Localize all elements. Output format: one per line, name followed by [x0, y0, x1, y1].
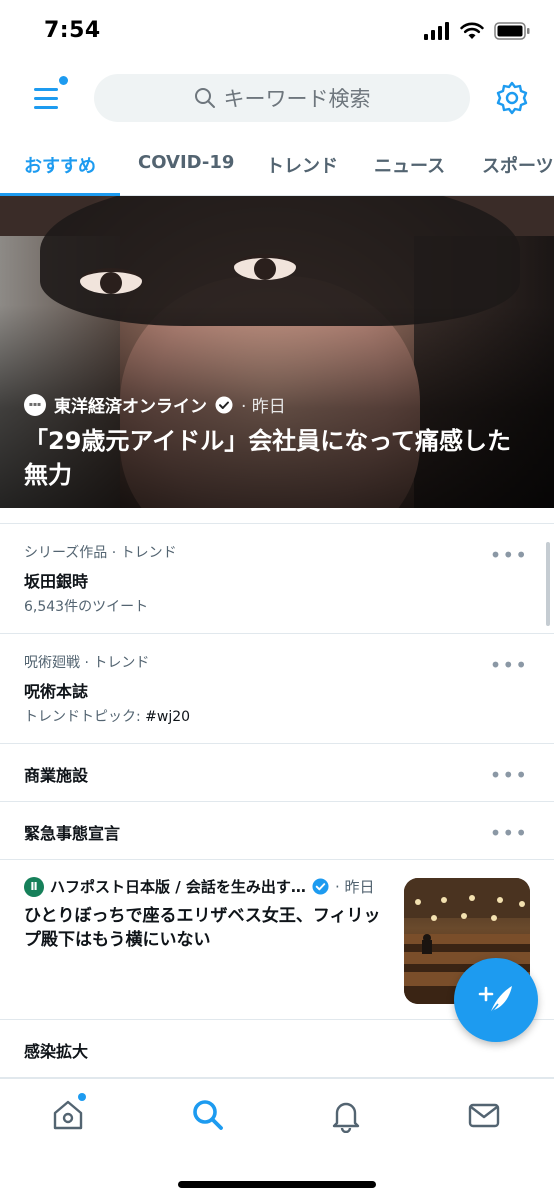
menu-button[interactable]	[30, 76, 70, 118]
trend-item[interactable]: 呪術廻戦 · トレンド 呪術本誌 トレンドトピック: #wj20 •••	[0, 634, 554, 744]
hero-source-name: 東洋経済オンライン	[54, 397, 207, 417]
tab-news[interactable]: ニュース	[374, 152, 445, 178]
trend-title: 緊急事態宣言	[24, 824, 121, 843]
news-time: · 昨日	[334, 878, 375, 896]
trend-title: 坂田銀時	[24, 572, 89, 591]
settings-button[interactable]	[494, 80, 530, 116]
news-source-name: ハフポスト日本版 / 会話を生み出す…	[50, 878, 306, 896]
scrollbar[interactable]	[546, 542, 550, 626]
tab-trends[interactable]: トレンド	[266, 152, 338, 178]
tab-covid19[interactable]: COVID-19	[138, 152, 234, 173]
compose-feather-icon	[478, 986, 512, 1017]
bell-icon	[332, 1102, 360, 1133]
hero-title: 「29歳元アイドル」会社員になって痛感した無力	[24, 427, 511, 489]
trend-context: 呪術廻戦 · トレンド	[24, 655, 150, 671]
verified-badge-icon	[312, 878, 329, 895]
trend-hashtag[interactable]: #wj20	[145, 709, 190, 725]
hero-article[interactable]: ▪▪▪ 東洋経済オンライン · 昨日 「29歳元アイドル」会社員になって痛感した…	[0, 196, 554, 508]
category-tabs: おすすめ COVID-19 トレンド ニュース スポーツ	[0, 138, 554, 196]
search-icon	[194, 88, 215, 108]
trend-item[interactable]: 緊急事態宣言 •••	[0, 802, 554, 860]
tab-sports[interactable]: スポーツ	[482, 152, 554, 178]
gear-icon	[496, 81, 528, 115]
bottom-navigation	[0, 1078, 554, 1200]
trend-title: 感染拡大	[24, 1042, 89, 1061]
nav-messages[interactable]	[464, 1095, 504, 1135]
nav-notifications[interactable]	[326, 1095, 366, 1135]
search-placeholder: キーワード検索	[223, 87, 371, 111]
trend-tweet-count: 6,543件のツイート	[24, 599, 149, 615]
news-source: Ⅱ ハフポスト日本版 / 会話を生み出す… · 昨日	[24, 876, 374, 897]
header: キーワード検索	[0, 66, 554, 130]
cellular-signal-icon	[424, 22, 449, 40]
home-icon	[53, 1100, 83, 1130]
search-icon	[193, 1100, 223, 1130]
more-options-icon[interactable]: •••	[490, 823, 528, 843]
trend-item[interactable]: シリーズ作品 · トレンド 坂田銀時 6,543件のツイート •••	[0, 524, 554, 634]
more-options-icon[interactable]: •••	[490, 545, 528, 565]
status-icons	[424, 22, 530, 40]
more-options-icon[interactable]: •••	[490, 765, 528, 785]
trend-context: シリーズ作品 · トレンド	[24, 545, 177, 561]
news-title: ひとりぼっちで座るエリザベス女王、フィリップ殿下はもう横にいない	[24, 906, 381, 950]
wifi-icon	[460, 22, 484, 39]
trend-item[interactable]: 商業施設 •••	[0, 744, 554, 802]
notification-dot	[59, 76, 68, 85]
trend-title: 商業施設	[24, 766, 89, 785]
status-time: 7:54	[44, 18, 101, 43]
more-options-icon[interactable]: •••	[490, 655, 528, 675]
source-logo-icon: ▪▪▪	[24, 393, 46, 416]
trend-title: 呪術本誌	[24, 682, 89, 701]
mail-icon	[468, 1103, 500, 1128]
tab-recommended[interactable]: おすすめ	[24, 152, 96, 178]
home-notification-dot	[78, 1093, 86, 1101]
nav-home[interactable]	[48, 1093, 88, 1135]
verified-badge-icon	[215, 396, 233, 413]
trend-topic-label: トレンドトピック:	[24, 709, 146, 725]
trend-topic: トレンドトピック: #wj20	[24, 706, 190, 726]
status-bar: 7:54	[0, 0, 554, 64]
huffpost-logo-icon: Ⅱ	[24, 876, 44, 897]
hero-time: · 昨日	[241, 397, 286, 417]
compose-tweet-button[interactable]	[454, 958, 538, 1042]
search-input[interactable]: キーワード検索	[94, 74, 470, 122]
home-indicator	[178, 1181, 376, 1188]
hero-source: ▪▪▪ 東洋経済オンライン · 昨日	[24, 392, 286, 417]
nav-search[interactable]	[188, 1095, 228, 1135]
battery-icon	[494, 22, 530, 40]
